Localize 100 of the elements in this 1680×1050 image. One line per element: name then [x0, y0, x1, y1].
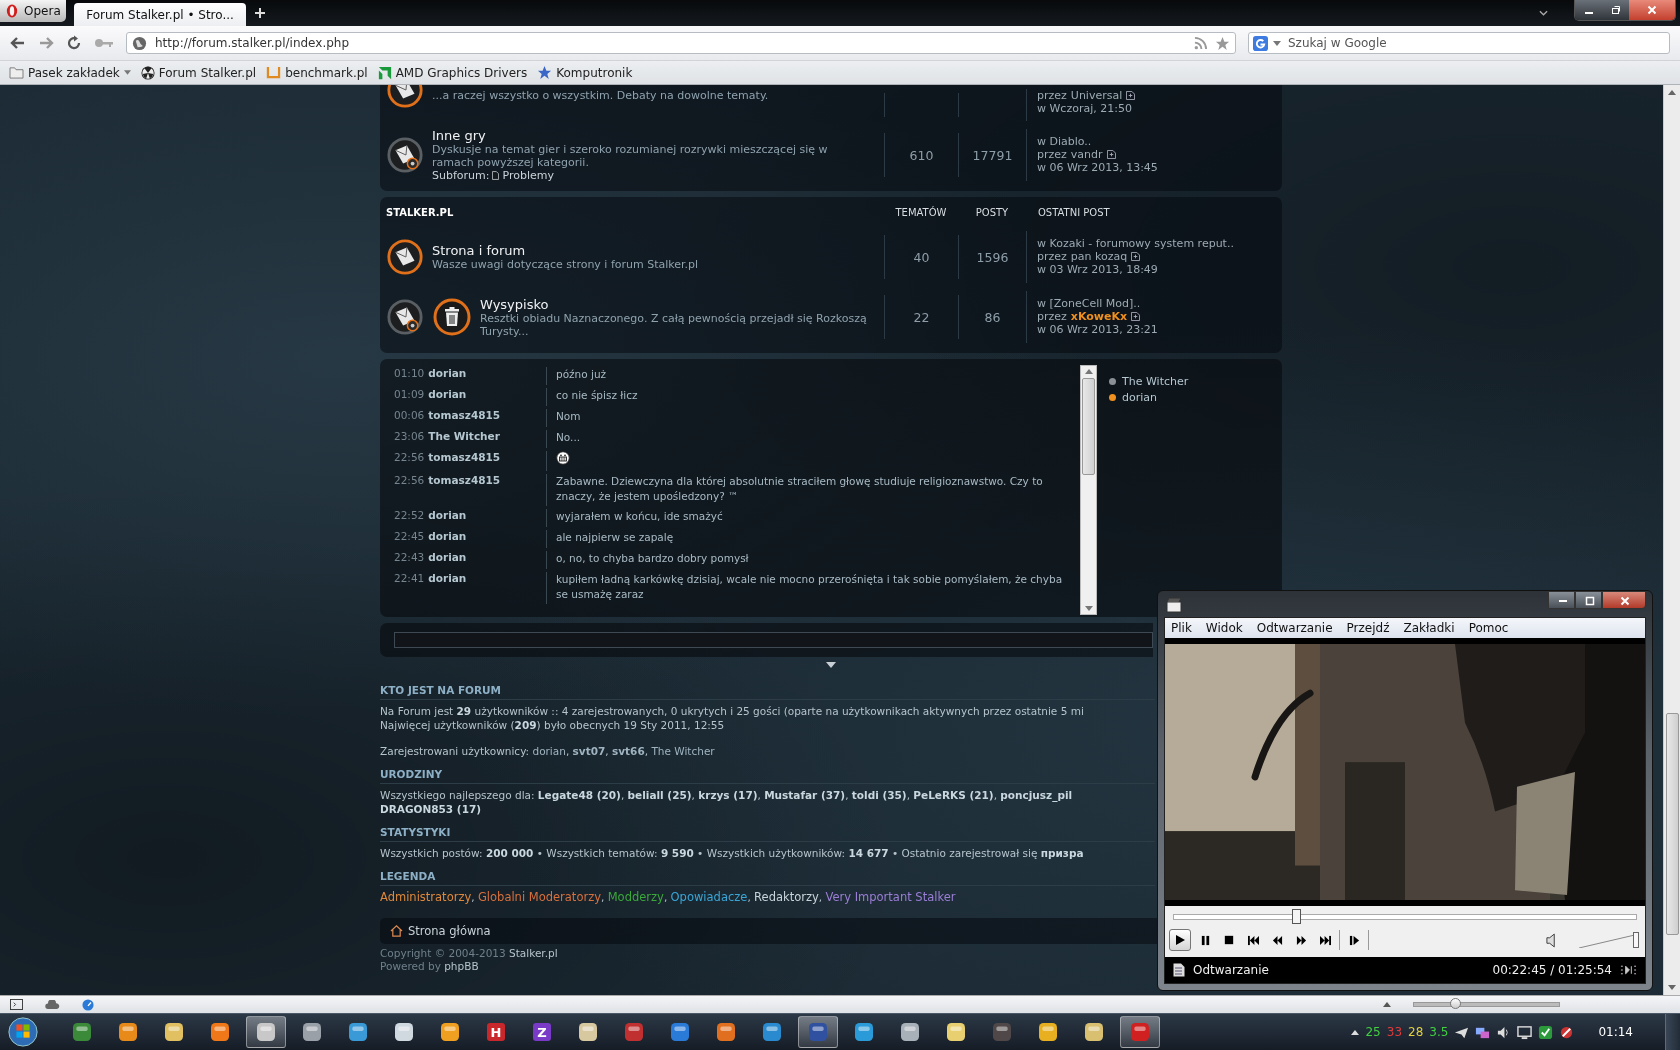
- caret-icon[interactable]: [1383, 1002, 1391, 1007]
- close-button[interactable]: [1602, 591, 1646, 609]
- post-link-icon[interactable]: [1131, 312, 1141, 321]
- opera-menu-button[interactable]: Opera: [0, 0, 66, 22]
- post-link-icon[interactable]: [1126, 91, 1136, 100]
- message-author[interactable]: tomasz4815: [428, 409, 501, 421]
- menu-item[interactable]: Przejdź: [1346, 621, 1390, 635]
- user-link[interactable]: svt66: [612, 745, 645, 757]
- author-link[interactable]: Universal: [1070, 89, 1123, 102]
- forum-title-link[interactable]: Inne gry: [432, 128, 870, 143]
- last-post-topic-link[interactable]: w Kozaki - forumowy system reput..: [1037, 237, 1276, 250]
- last-post-topic-link[interactable]: w Diablo..: [1037, 135, 1276, 148]
- group-link[interactable]: Redaktorzy: [754, 890, 819, 904]
- menu-item[interactable]: Pomoc: [1468, 621, 1509, 635]
- forum-title-link[interactable]: Strona i forum: [432, 243, 699, 258]
- bookmark-link[interactable]: benchmark.pl: [266, 65, 368, 80]
- bookmark-link[interactable]: Forum Stalker.pl: [140, 65, 257, 80]
- group-link[interactable]: Administratorzy: [380, 890, 472, 904]
- caret-icon[interactable]: [1539, 10, 1548, 16]
- online-user[interactable]: dorian: [1122, 391, 1157, 404]
- address-field[interactable]: http://forum.stalker.pl/index.php: [126, 32, 1236, 54]
- home-link[interactable]: Strona główna: [408, 924, 491, 938]
- restore-button[interactable]: [1602, 0, 1629, 20]
- volume-slider[interactable]: [1579, 932, 1639, 948]
- taskbar-button[interactable]: Z: [522, 1016, 562, 1048]
- caret-icon[interactable]: [1351, 1029, 1360, 1035]
- forum-title-link[interactable]: Wysypisko: [480, 296, 870, 312]
- minimize-button[interactable]: [1575, 0, 1602, 20]
- last-post-topic-link[interactable]: w [ZoneCell Mod]..: [1037, 297, 1276, 310]
- group-link[interactable]: Very Important Stalker: [825, 890, 956, 904]
- post-link-icon[interactable]: [1131, 252, 1141, 261]
- message-author[interactable]: dorian: [428, 551, 467, 563]
- message-author[interactable]: tomasz4815: [428, 451, 501, 463]
- message-author[interactable]: The Witcher: [428, 430, 500, 442]
- scroll-up-icon[interactable]: [1668, 90, 1676, 95]
- seek-slider[interactable]: [1173, 909, 1637, 924]
- back-icon[interactable]: [10, 35, 26, 51]
- user-link[interactable]: svt07: [572, 745, 606, 757]
- scroll-down-icon[interactable]: [1084, 606, 1093, 611]
- category-title[interactable]: STALKER.PL: [386, 206, 884, 218]
- star-icon[interactable]: [1215, 35, 1230, 51]
- message-author[interactable]: tomasz4815: [428, 474, 501, 486]
- monitor-icon[interactable]: [1517, 1024, 1533, 1040]
- rss-icon[interactable]: [1194, 36, 1207, 50]
- rewind-icon: [1271, 934, 1283, 946]
- check-icon[interactable]: [1538, 1024, 1554, 1040]
- menu-item[interactable]: Plik: [1171, 621, 1192, 635]
- post-link-icon[interactable]: [1106, 150, 1116, 159]
- group-link[interactable]: Globalni Moderatorzy: [477, 890, 601, 904]
- cloud-icon[interactable]: [45, 1000, 60, 1009]
- site-link[interactable]: Stalker.pl: [509, 947, 558, 959]
- user-link[interactable]: dorian: [532, 745, 566, 757]
- caret-icon[interactable]: [826, 662, 836, 668]
- clock[interactable]: 01:14: [1598, 1025, 1633, 1039]
- scroll-up-icon[interactable]: [1084, 369, 1093, 374]
- search-field[interactable]: Szukaj w Google: [1248, 32, 1670, 54]
- plus-icon[interactable]: [254, 7, 266, 19]
- slider-thumb[interactable]: [1449, 998, 1461, 1009]
- scroll-down-icon[interactable]: [1668, 985, 1676, 990]
- online-user[interactable]: The Witcher: [1122, 375, 1189, 388]
- speedometer-icon[interactable]: [82, 998, 94, 1011]
- scroll-thumb[interactable]: [1082, 378, 1095, 475]
- subforum-link[interactable]: Problemy: [502, 169, 554, 182]
- forward-icon[interactable]: [38, 35, 54, 51]
- minimize-button[interactable]: [1548, 591, 1575, 609]
- bookmark-link[interactable]: Pasek zakładek: [9, 65, 131, 80]
- panel-icon[interactable]: [10, 999, 23, 1010]
- scrollbar[interactable]: [1080, 365, 1097, 615]
- chat-input-field[interactable]: [394, 632, 1153, 648]
- message-author[interactable]: dorian: [428, 530, 467, 542]
- scroll-thumb[interactable]: [1665, 713, 1679, 935]
- reload-icon[interactable]: [66, 35, 82, 51]
- taskbar-button[interactable]: [246, 1016, 286, 1048]
- user-link[interactable]: The Witcher: [651, 745, 715, 757]
- section-heading: LEGENDA: [380, 864, 1155, 886]
- menu-item[interactable]: Widok: [1205, 621, 1243, 635]
- group-link[interactable]: Modderzy: [607, 890, 664, 904]
- slider-thumb[interactable]: [1633, 932, 1639, 948]
- show-desktop-button[interactable]: [1665, 1014, 1680, 1050]
- menu-item[interactable]: Odtwarzanie: [1256, 621, 1333, 635]
- author-link[interactable]: pan kozaq: [1070, 250, 1128, 263]
- stop-icon: [1224, 935, 1234, 945]
- speaker-icon[interactable]: [1546, 932, 1557, 948]
- message-author[interactable]: dorian: [428, 509, 467, 521]
- message-author[interactable]: dorian: [428, 388, 467, 400]
- message-author[interactable]: dorian: [428, 572, 467, 584]
- menu-item[interactable]: Zakładki: [1403, 621, 1455, 635]
- maximize-button[interactable]: [1575, 591, 1602, 609]
- phpbb-link[interactable]: phpBB: [444, 960, 479, 972]
- author-link[interactable]: xKoweKx: [1070, 310, 1128, 323]
- message-author[interactable]: dorian: [428, 367, 467, 379]
- browser-tab[interactable]: Forum Stalker.pl • Stro...: [74, 3, 246, 26]
- bookmark-link[interactable]: Komputronik: [537, 65, 633, 80]
- taskbar-button[interactable]: H: [476, 1016, 516, 1048]
- search-input[interactable]: Szukaj w Google: [1286, 35, 1665, 51]
- slider-thumb[interactable]: [1291, 909, 1301, 924]
- windows-logo-icon: [7, 1016, 39, 1048]
- author-link[interactable]: vandr: [1070, 148, 1103, 161]
- play-button[interactable]: [1169, 929, 1191, 951]
- scrollbar[interactable]: [1663, 85, 1680, 995]
